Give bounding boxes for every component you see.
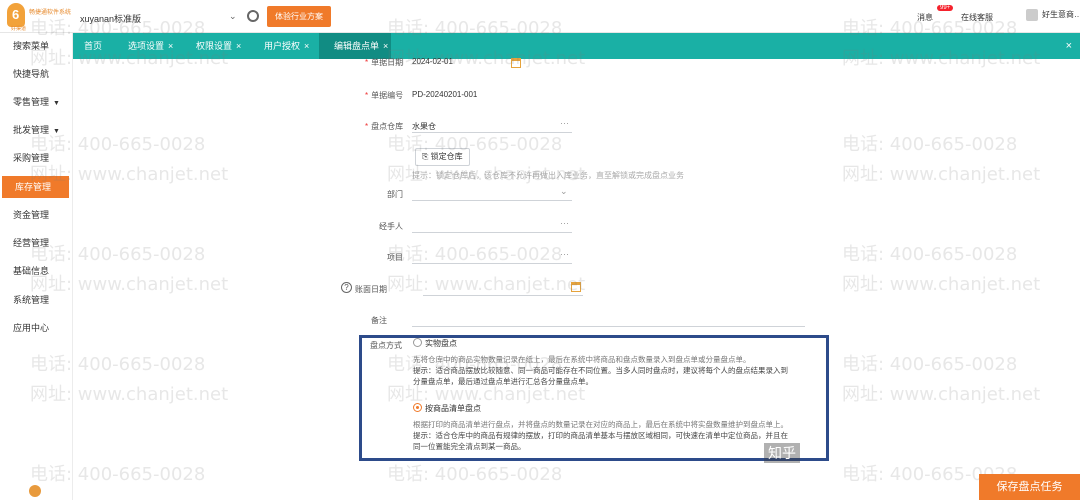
tab-bar: 首页 选项设置 × 权限设置 × 用户授权 × 编辑盘点单 × × <box>73 33 1080 59</box>
avatar <box>1026 9 1038 21</box>
calendar-icon[interactable] <box>511 58 521 68</box>
close-all-icon[interactable]: × <box>1066 33 1072 59</box>
save-stocktake-button[interactable]: 保存盘点任务 <box>979 474 1080 500</box>
option-list-count-label[interactable]: 按商品清单盘点 <box>425 403 481 414</box>
tab-option-settings[interactable]: 选项设置 × <box>128 33 173 59</box>
close-icon[interactable]: × <box>304 41 309 51</box>
warehouse-field[interactable] <box>412 117 572 133</box>
option-list-desc-3: 同一位置能完全清点到某一商品。 <box>413 442 526 451</box>
date-value[interactable]: 2024-02-01 <box>412 57 453 66</box>
sidebar-item-quick-nav[interactable]: 快捷导航 <box>0 63 73 85</box>
sidebar-item-search-menu[interactable]: 搜索菜单 <box>0 35 73 57</box>
user-name: 好生意商… <box>1042 10 1080 20</box>
close-icon[interactable]: × <box>168 41 173 51</box>
sidebar-item-app-center[interactable]: 应用中心 <box>0 317 73 339</box>
project-label: 项目 <box>387 253 403 262</box>
help-icon[interactable]: ? <box>341 282 352 293</box>
logo-subtext: 好渠道 <box>11 26 27 32</box>
sidebar-item-system[interactable]: 系统管理 <box>0 289 73 311</box>
sidebar-item-operations[interactable]: 经营管理 <box>0 232 73 254</box>
stocktake-form: * 单据日期 2024-02-01 * 单据编号 PD-20240201-001 *… <box>73 57 1080 500</box>
option-physical-desc-1: 先将仓库中的商品实物数量记录在纸上，最后在系统中将商品和盘点数量录入到盘点单或分… <box>413 355 751 364</box>
chevron-down-icon[interactable]: ⌄ <box>560 186 568 197</box>
project-field[interactable] <box>412 248 572 264</box>
handler-label: 经手人 <box>379 222 403 231</box>
radio-list-count[interactable] <box>413 403 422 412</box>
account-date-field[interactable] <box>423 280 583 296</box>
more-icon[interactable]: ··· <box>560 249 569 259</box>
account-date-label: 账面日期 <box>355 285 387 294</box>
logo-text: 畅捷通软件系统 <box>29 10 72 16</box>
gear-icon[interactable] <box>247 10 259 22</box>
message-link[interactable]: 消息 <box>917 12 933 23</box>
number-label: * 单据编号 <box>365 91 404 100</box>
date-label: * 单据日期 <box>365 58 404 67</box>
sidebar-item-basic-info[interactable]: 基础信息 <box>0 260 73 282</box>
caret-down-icon: ▼ <box>53 128 60 135</box>
handler-field[interactable] <box>412 217 572 233</box>
option-list-desc-2: 提示：适合仓库中的商品有规律的摆放，打印的商品清单基本与摆放区域相同，可快速在清… <box>413 431 788 440</box>
more-icon[interactable]: ··· <box>560 218 569 228</box>
tab-user-authorization[interactable]: 用户授权 × <box>264 33 309 59</box>
sidebar-item-wholesale[interactable]: 批发管理 ▼ <box>0 119 73 141</box>
remark-label: 备注 <box>371 316 387 325</box>
logo-mark-icon <box>7 3 25 27</box>
lock-hint: 提示：锁定仓库后，该仓库不允许再做出入库业务，直至解锁或完成盘点业务 <box>412 171 684 180</box>
method-label: 盘点方式 <box>370 341 402 350</box>
caret-down-icon: ▼ <box>53 100 60 107</box>
tab-permission-settings[interactable]: 权限设置 × <box>196 33 241 59</box>
lock-warehouse-button[interactable]: ⎘ 锁定仓库 <box>415 148 470 166</box>
warehouse-label: * 盘点仓库 <box>365 122 404 131</box>
source-caption: 知乎 <box>764 443 800 463</box>
option-physical-desc-2: 提示：适合商品摆放比较随意、同一商品可能存在不同位置。当多人同时盘点时，建议将每… <box>413 366 788 375</box>
radio-physical-count[interactable] <box>413 338 422 347</box>
calendar-icon[interactable] <box>571 282 581 292</box>
option-physical-count-label[interactable]: 实物盘点 <box>425 338 457 349</box>
trial-industry-button[interactable]: 体验行业方案 <box>267 6 331 27</box>
sidebar-item-purchase[interactable]: 采购管理 <box>0 147 73 169</box>
user-menu[interactable]: 好生意商… <box>1026 9 1080 21</box>
department-select[interactable] <box>412 185 572 201</box>
option-physical-desc-3: 分量盘点单，最后通过盘点单进行汇总各分量盘点单。 <box>413 377 593 386</box>
settings-gear-icon[interactable] <box>29 485 41 497</box>
sidebar-item-retail[interactable]: 零售管理 ▼ <box>0 91 73 113</box>
lock-icon: ⎘ <box>422 152 431 161</box>
department-label: 部门 <box>387 190 403 199</box>
tab-home[interactable]: 首页 <box>84 33 102 59</box>
sidebar-item-funds[interactable]: 资金管理 <box>0 204 73 226</box>
option-list-desc-1: 根据打印的商品清单进行盘点，并将盘点的数量记录在对应的商品上，最后在系统中将实盘… <box>413 420 788 429</box>
tab-edit-stocktake[interactable]: 编辑盘点单 × <box>319 33 391 59</box>
number-value: PD-20240201-001 <box>412 90 478 99</box>
sidebar-item-inventory[interactable]: 库存管理 <box>2 176 69 198</box>
message-badge: 99+ <box>937 5 954 11</box>
more-icon[interactable]: ··· <box>560 118 569 128</box>
sidebar: 搜索菜单 快捷导航 零售管理 ▼ 批发管理 ▼ 采购管理 库存管理 资金管理 经营管… <box>0 33 73 500</box>
close-icon[interactable]: × <box>383 41 388 51</box>
top-bar: 畅捷通软件系统 好渠道 xuyanan标准版 ⌄ 体验行业方案 消息 99+ 在… <box>0 0 1080 33</box>
online-service-link[interactable]: 在线客服 <box>961 12 993 23</box>
account-selector[interactable]: xuyanan标准版 <box>80 12 141 25</box>
close-icon[interactable]: × <box>236 41 241 51</box>
app-logo[interactable]: 畅捷通软件系统 好渠道 <box>5 3 72 32</box>
warehouse-value: 水果仓 <box>412 122 436 131</box>
remark-field[interactable] <box>412 311 805 327</box>
chevron-down-icon[interactable]: ⌄ <box>229 11 237 22</box>
